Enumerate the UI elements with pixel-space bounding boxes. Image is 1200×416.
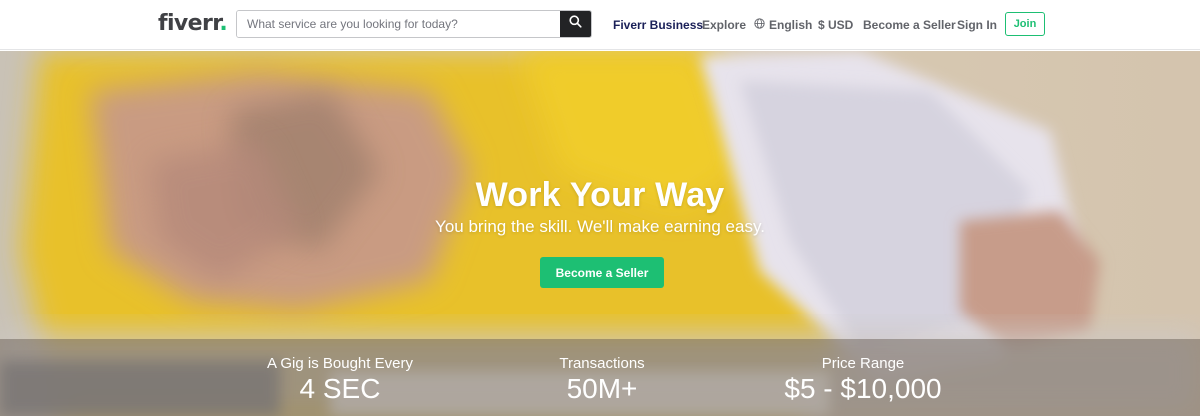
nav-language[interactable]: English <box>754 17 812 33</box>
stat-transactions: Transactions 50M+ <box>482 355 722 404</box>
join-button[interactable]: Join <box>1005 12 1045 36</box>
language-label: English <box>769 18 813 32</box>
stat-gig-frequency: A Gig is Bought Every 4 SEC <box>220 355 460 404</box>
stat-label: Price Range <box>821 355 905 372</box>
logo-dot: . <box>219 11 228 36</box>
hero-title: Work Your Way <box>475 176 725 214</box>
stat-price-range: Price Range $5 - $10,000 <box>743 355 983 404</box>
globe-icon <box>754 17 765 33</box>
stats-bar: A Gig is Bought Every 4 SEC Transactions… <box>0 339 1200 416</box>
stat-value: $5 - $10,000 <box>784 373 942 404</box>
top-header: fiverr. Fiverr Business Explore E <box>0 0 1200 50</box>
search-button[interactable] <box>560 11 591 37</box>
hero-subtitle: You bring the skill. We'll make earning … <box>435 217 765 236</box>
nav-fiverr-business[interactable]: Fiverr Business <box>613 17 703 33</box>
search-bar <box>236 10 592 38</box>
hero-section: Work Your Way You bring the skill. We'll… <box>0 51 1200 416</box>
stat-value: 4 SEC <box>299 373 381 404</box>
stat-label: A Gig is Bought Every <box>267 355 413 372</box>
search-input[interactable] <box>237 11 560 37</box>
logo-text: fiverr <box>158 11 220 36</box>
nav-sign-in[interactable]: Sign In <box>957 17 997 33</box>
hero-become-seller-button[interactable]: Become a Seller <box>540 257 664 288</box>
nav-become-seller[interactable]: Become a Seller <box>863 17 956 33</box>
nav-explore[interactable]: Explore <box>702 17 746 33</box>
stat-label: Transactions <box>559 355 645 372</box>
nav-currency[interactable]: $ USD <box>818 17 853 33</box>
stat-value: 50M+ <box>566 373 638 404</box>
fiverr-logo[interactable]: fiverr. <box>158 10 228 38</box>
search-icon <box>569 15 582 33</box>
